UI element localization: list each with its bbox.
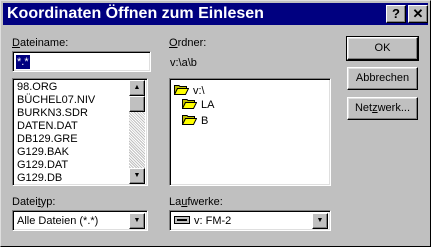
drive-select[interactable]: v: FM-2 ▼ [169,210,331,231]
file-list[interactable]: 98.ORG BÜCHEL07.NIV BURKN3.SDR DATEN.DAT… [12,78,148,186]
chevron-down-icon[interactable]: ▼ [312,213,328,229]
drives-label: Laufwerke: [169,196,223,208]
list-item[interactable]: 98.ORG [17,81,57,94]
file-type-label: Dateityp: [12,196,56,208]
cancel-button[interactable]: Abbrechen [347,67,418,90]
folder-label: B [201,115,209,127]
open-file-dialog: Koordinaten Öffnen zum Einlesen ? ✕ Date… [0,0,431,247]
folder-item-la[interactable]: LA [182,98,214,112]
folders-label: Ordner: [169,37,207,49]
list-item[interactable]: DATEN.DAT [17,120,78,133]
chevron-down-icon[interactable]: ▼ [129,213,145,229]
ok-button[interactable]: OK [346,36,419,61]
file-type-value: Alle Dateien (*.*) [17,215,99,227]
folder-label: v:\ [193,85,205,97]
folder-label: LA [201,99,215,111]
scroll-thumb[interactable] [129,96,145,112]
file-name-value: *.* [16,55,30,69]
window-title: Koordinaten Öffnen zum Einlesen [7,5,264,22]
folder-tree[interactable]: v:\ LA B [169,78,331,186]
close-icon: ✕ [412,6,424,21]
folder-item-root[interactable]: v:\ [174,84,205,98]
list-item[interactable]: G129.DAT [17,159,68,172]
drive-value: v: FM-2 [194,215,232,227]
close-button[interactable]: ✕ [408,5,428,23]
arrow-up-icon[interactable]: ▲ [129,80,145,96]
list-item[interactable]: G129.DB [17,172,62,185]
list-item[interactable]: DB129.GRE [17,133,78,146]
file-name-input[interactable]: *.* [12,51,151,72]
current-path: v:\a\b [170,57,197,69]
file-name-label: Dateiname: [12,37,69,49]
list-item[interactable]: BÜCHEL07.NIV [17,94,95,107]
list-item[interactable]: BURKN3.SDR [17,107,88,120]
file-list-scrollbar[interactable]: ▲ ▼ [129,80,145,184]
title-bar[interactable]: Koordinaten Öffnen zum Einlesen ? ✕ [3,3,428,25]
open-folder-icon [182,99,197,109]
help-icon: ? [392,6,400,21]
arrow-down-icon[interactable]: ▼ [129,168,145,184]
network-button[interactable]: Netzwerk... [347,97,418,120]
folder-item-b[interactable]: B [182,114,208,128]
help-button[interactable]: ? [386,5,406,23]
file-type-select[interactable]: Alle Dateien (*.*) ▼ [12,210,148,231]
open-folder-icon [174,85,189,95]
list-item[interactable]: G129.BAK [17,146,69,159]
drive-icon [174,216,190,224]
open-folder-icon [182,115,197,125]
